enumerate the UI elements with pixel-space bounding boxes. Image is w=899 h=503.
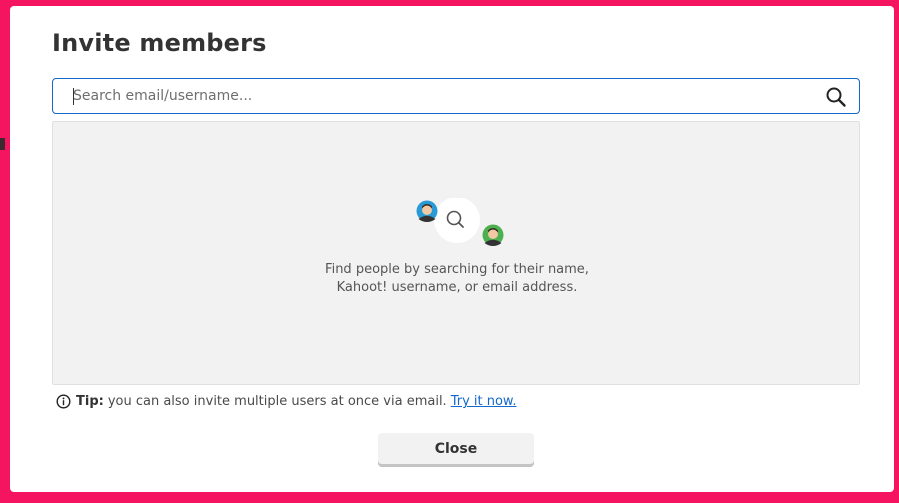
invite-members-dialog: Invite members Search email/username... …	[10, 6, 894, 492]
search-input[interactable]	[71, 79, 813, 113]
people-search-illustration	[416, 198, 504, 246]
try-it-now-link[interactable]: Try it now.	[451, 394, 517, 409]
modal-backdrop	[0, 0, 10, 503]
text-caret	[73, 88, 74, 105]
dialog-title: Invite members	[52, 29, 267, 57]
tip-label: Tip:	[76, 394, 104, 409]
empty-state-line-2: Kahoot! username, or email address.	[336, 280, 578, 295]
tip-text: you can also invite multiple users at on…	[107, 394, 447, 409]
background-page-fragment	[0, 138, 5, 150]
info-icon	[56, 394, 71, 409]
tip-row: Tip: you can also invite multiple users …	[56, 394, 517, 409]
avatar-blue-icon	[416, 200, 438, 222]
search-results-panel: Find people by searching for their name,…	[52, 121, 860, 385]
search-icon[interactable]	[825, 86, 847, 108]
close-button[interactable]: Close	[378, 433, 534, 467]
search-box[interactable]	[52, 78, 860, 114]
empty-state-text: Find people by searching for their name,…	[53, 261, 861, 297]
empty-state-line-1: Find people by searching for their name,	[325, 262, 589, 277]
avatar-green-icon	[482, 224, 504, 246]
